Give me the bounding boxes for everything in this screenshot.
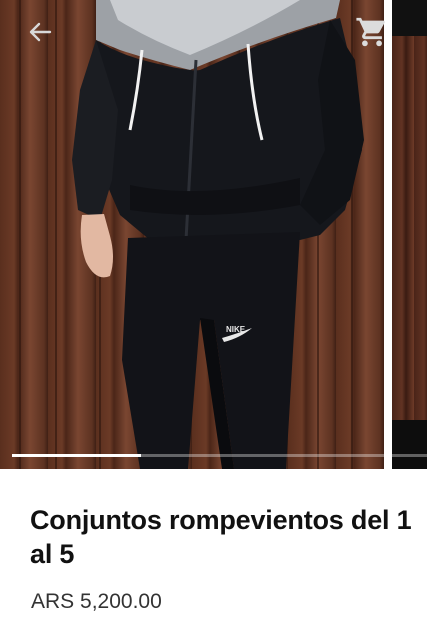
arrow-left-icon (29, 22, 52, 42)
cart-button[interactable] (355, 15, 389, 49)
product-title: Conjuntos rompevientos del 1 al 5 (30, 505, 412, 569)
gallery-progress-fill (12, 454, 141, 457)
product-photo: NIKE (19, 0, 364, 469)
gallery-progress-track (12, 454, 427, 457)
back-button[interactable] (24, 16, 56, 48)
next-product-image[interactable] (392, 0, 427, 469)
image-gallery[interactable]: NIKE (0, 0, 427, 469)
product-price: ARS 5,200.00 (31, 590, 162, 613)
product-image[interactable]: NIKE (0, 0, 384, 469)
shopping-cart-icon (356, 17, 385, 47)
brand-logo: NIKE (226, 325, 246, 334)
